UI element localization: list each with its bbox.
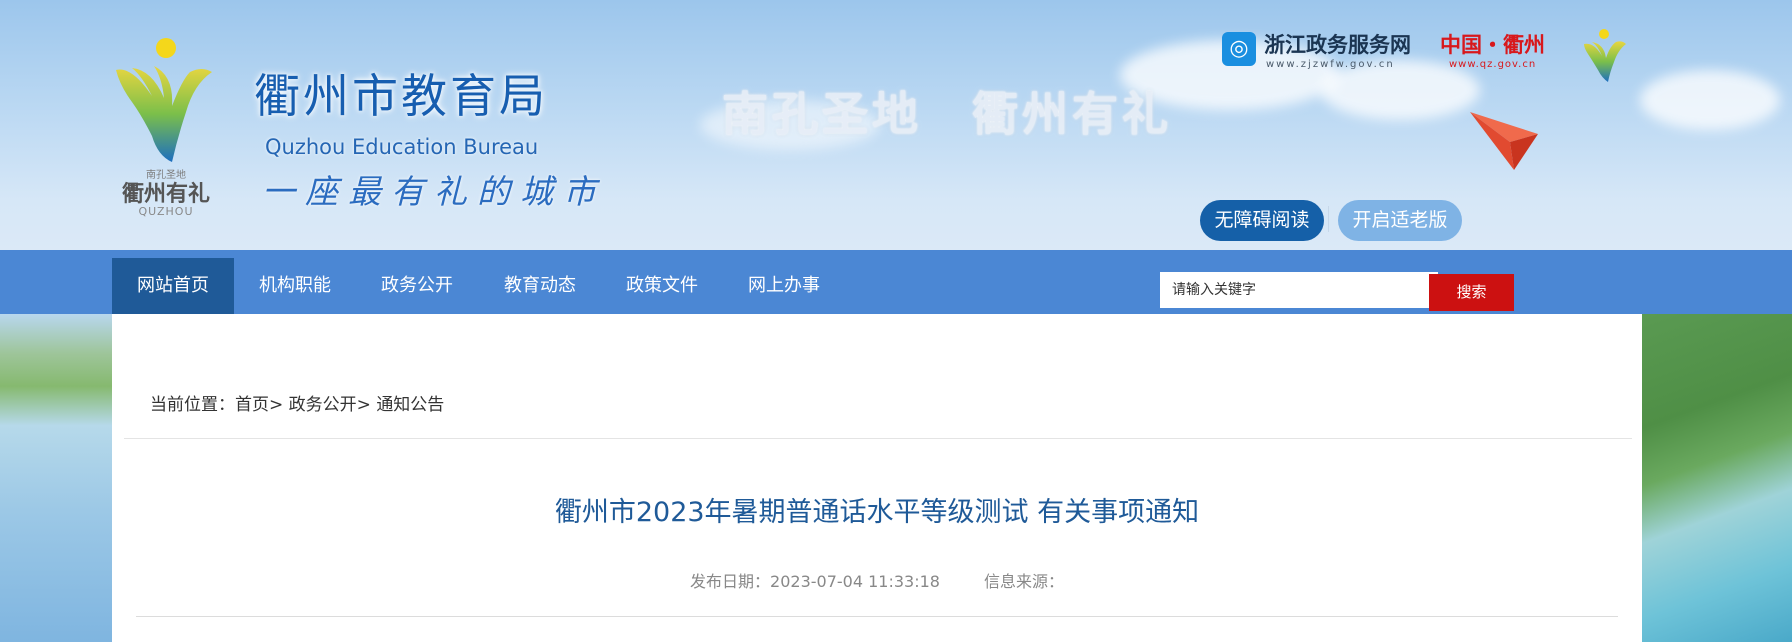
main-nav: 网站首页 机构职能 政务公开 教育动态 政策文件 网上办事 搜索: [0, 250, 1792, 314]
breadcrumb-item-home[interactable]: 首页: [235, 395, 269, 415]
site-header: 南孔圣地 衢州有礼 QUZHOU 衢州市教育局 Quzhou Education…: [0, 0, 1792, 250]
search-input[interactable]: [1160, 272, 1438, 308]
article-title: 衢州市2023年暑期普通话水平等级测试 有关事项通知: [554, 497, 1200, 528]
publish-date-label: 发布日期：: [690, 572, 771, 591]
elder-mode-button[interactable]: 开启适老版: [1338, 200, 1462, 241]
site-title: 衢州市教育局: [254, 69, 548, 123]
left-scenery-image: [0, 314, 112, 642]
button-divider: [1328, 206, 1329, 232]
paper-plane-icon: [1470, 112, 1538, 170]
publish-date: 2023-07-04 11:33:18: [770, 572, 940, 591]
brand-logo-icon: [116, 38, 212, 162]
meta-divider: [136, 616, 1618, 617]
main-content: 当前位置：首页> 政务公开> 通知公告 衢州市2023年暑期普通话水平等级测试 …: [112, 314, 1642, 642]
nav-item-home[interactable]: 网站首页: [112, 258, 234, 314]
site-title-english: Quzhou Education Bureau: [265, 135, 539, 159]
right-scenery-image: [1642, 314, 1792, 642]
brand-logo-text: 南孔圣地 衢州有礼 QUZHOU: [110, 170, 222, 218]
breadcrumb-item-notices[interactable]: 通知公告: [376, 395, 444, 415]
nav-item-policy[interactable]: 政策文件: [601, 258, 723, 314]
nav-item-online-services[interactable]: 网上办事: [723, 258, 845, 314]
site-slogan: 一座最有礼的城市: [262, 172, 606, 211]
zjzwfw-link[interactable]: 浙江政务服务网: [1264, 32, 1411, 58]
cloud-decoration: [1640, 70, 1780, 130]
nav-item-functions[interactable]: 机构职能: [234, 258, 356, 314]
zjzwfw-logo-icon[interactable]: ◎: [1222, 32, 1256, 66]
breadcrumb-divider: [124, 438, 1632, 439]
breadcrumb-prefix: 当前位置：: [150, 395, 235, 415]
breadcrumb: 当前位置：首页> 政务公开> 通知公告: [150, 394, 444, 416]
breadcrumb-item-gov-affairs[interactable]: 政务公开: [289, 395, 357, 415]
source-label: 信息来源：: [983, 572, 1064, 591]
nav-item-education-news[interactable]: 教育动态: [479, 258, 601, 314]
accessible-reading-button[interactable]: 无障碍阅读: [1200, 200, 1324, 241]
breadcrumb-separator: >: [356, 395, 377, 415]
logo-name: 衢州有礼: [121, 181, 210, 207]
city-logo-icon[interactable]: [1582, 28, 1626, 82]
qz-gov-link[interactable]: 中国・衢州: [1440, 32, 1545, 58]
zjzwfw-url[interactable]: www.zjzwfw.gov.cn: [1266, 59, 1395, 71]
article-meta: 发布日期：2023-07-04 11:33:18 信息来源：: [112, 572, 1642, 592]
breadcrumb-separator: >: [269, 395, 289, 415]
city-motto: 南孔圣地 衢州有礼: [722, 87, 1172, 141]
search-button[interactable]: 搜索: [1429, 274, 1514, 311]
logo-english: QUZHOU: [138, 205, 194, 218]
qz-gov-url[interactable]: www.qz.gov.cn: [1449, 59, 1536, 71]
nav-item-gov-affairs[interactable]: 政务公开: [356, 258, 478, 314]
